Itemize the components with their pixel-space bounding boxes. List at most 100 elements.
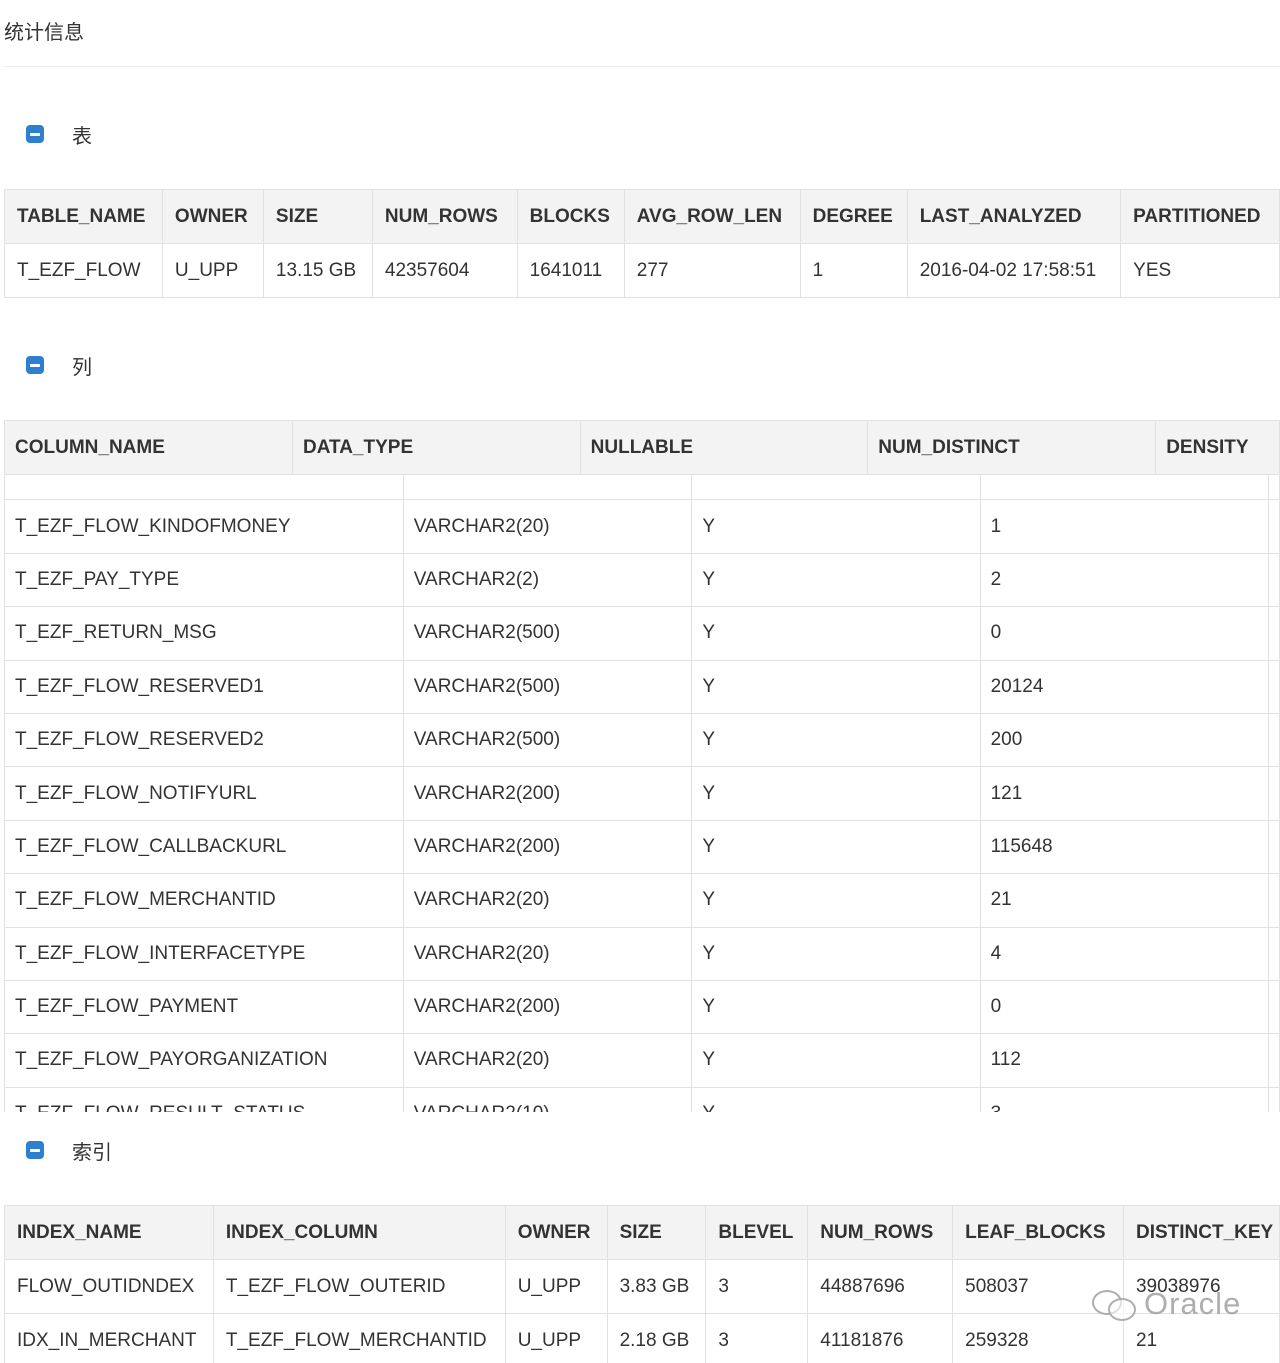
- table-cell: 2016-04-02 17:58:51: [906, 243, 1122, 298]
- table-cell: U_UPP: [161, 243, 264, 298]
- table-cell-empty: [1267, 766, 1280, 821]
- title-divider: [4, 66, 1280, 67]
- table-row: FLOW_OUTIDNDEX T_EZF_FLOW_OUTERID U_UPP 3.8…: [4, 1259, 1280, 1314]
- table-cell-empty: [1267, 1033, 1280, 1088]
- table-cell: VARCHAR2(200): [402, 979, 693, 1035]
- table-cell: T_EZF_FLOW_MERCHANTID: [212, 1313, 506, 1363]
- table-cell: Y: [691, 1033, 981, 1088]
- column-header[interactable]: DATA_TYPE: [291, 420, 581, 475]
- collapse-icon[interactable]: [26, 125, 44, 143]
- column-header[interactable]: NUM_DISTINCT: [867, 420, 1157, 475]
- column-stats-header-row: COLUMN_NAME DATA_TYPE NULLABLE NUM_DISTINCT…: [4, 420, 1280, 475]
- section-header-indexes: 索引: [26, 1135, 112, 1165]
- column-header[interactable]: BLEVEL: [705, 1205, 809, 1260]
- column-header[interactable]: SIZE: [606, 1205, 707, 1260]
- column-header[interactable]: INDEX_COLUMN: [212, 1205, 506, 1260]
- table-cell: 112: [979, 1033, 1269, 1088]
- table-cell-empty: [1267, 926, 1280, 981]
- column-header[interactable]: OWNER: [161, 189, 264, 244]
- table-cell: Y: [691, 766, 981, 821]
- table-cell: 0: [979, 979, 1269, 1035]
- table-cell: VARCHAR2(500): [402, 712, 693, 768]
- collapse-icon[interactable]: [26, 356, 44, 374]
- column-header[interactable]: TABLE_NAME: [4, 189, 163, 244]
- table-cell: Y: [691, 1086, 981, 1112]
- table-cell: Y: [691, 819, 981, 875]
- table-cell: FLOW_OUTIDNDEX: [4, 1259, 214, 1314]
- wechat-icon: [1090, 1286, 1140, 1322]
- table-cell: VARCHAR2(200): [402, 766, 693, 821]
- table-row: T_EZF_PAY_TYPE VARCHAR2(2) Y 2: [4, 552, 1280, 608]
- table-cell: T_EZF_RETURN_MSG: [4, 606, 404, 661]
- section-label-indexes: 索引: [72, 1139, 112, 1164]
- table-cell: VARCHAR2(20): [402, 1033, 693, 1088]
- column-header[interactable]: DISTINCT_KEY: [1122, 1205, 1280, 1260]
- page-title: 统计信息: [4, 20, 84, 44]
- column-header[interactable]: AVG_ROW_LEN: [623, 189, 801, 244]
- column-header[interactable]: BLOCKS: [516, 189, 625, 244]
- table-cell: VARCHAR2(2): [402, 552, 693, 608]
- column-header[interactable]: DEGREE: [799, 189, 908, 244]
- table-cell: T_EZF_FLOW_INTERFACETYPE: [4, 926, 404, 981]
- table-cell: U_UPP: [504, 1259, 608, 1314]
- table-cell: 3: [705, 1313, 809, 1363]
- table-cell: Y: [691, 873, 981, 928]
- table-cell: T_EZF_FLOW_MERCHANTID: [4, 873, 404, 928]
- table-cell: T_EZF_FLOW_RESERVED1: [4, 659, 404, 714]
- table-stats-header-row: TABLE_NAME OWNER SIZE NUM_ROWS BLOCKS AVG_ROW…: [4, 189, 1280, 244]
- table-cell-empty: [1267, 1086, 1280, 1112]
- table-cell-empty: [1267, 499, 1280, 554]
- table-cell: Y: [691, 606, 981, 661]
- column-header[interactable]: INDEX_NAME: [4, 1205, 214, 1260]
- table-cell: 200: [979, 712, 1269, 768]
- column-stats-header: COLUMN_NAME DATA_TYPE NULLABLE NUM_DISTINCT…: [4, 420, 1280, 475]
- table-cell-empty: [1267, 552, 1280, 608]
- table-cell: 115648: [979, 819, 1269, 875]
- column-header[interactable]: COLUMN_NAME: [4, 420, 293, 475]
- table-cell: 41181876: [807, 1313, 954, 1363]
- table-cell: 13.15 GB: [262, 243, 373, 298]
- table-cell-empty: [1267, 606, 1280, 661]
- column-header[interactable]: OWNER: [504, 1205, 608, 1260]
- table-cell: Y: [691, 552, 981, 608]
- table-cell-empty: [1267, 819, 1280, 875]
- index-stats-header-row: INDEX_NAME INDEX_COLUMN OWNER SIZE BLEVEL NUM…: [4, 1205, 1280, 1260]
- table-cell: 121: [979, 766, 1269, 821]
- column-header[interactable]: LEAF_BLOCKS: [952, 1205, 1124, 1260]
- section-label-columns: 列: [72, 354, 92, 379]
- table-cell: T_EZF_FLOW_PAYMENT: [4, 979, 404, 1035]
- table-row: IDX_IN_MERCHANT T_EZF_FLOW_MERCHANTID U_UP…: [4, 1313, 1280, 1363]
- watermark: Oracle: [1090, 1286, 1241, 1322]
- table-cell: Y: [691, 979, 981, 1035]
- table-cell-empty: [1267, 659, 1280, 714]
- column-header[interactable]: NUM_ROWS: [807, 1205, 954, 1260]
- column-header[interactable]: LAST_ANALYZED: [906, 189, 1122, 244]
- collapse-icon[interactable]: [26, 1141, 44, 1159]
- table-cell: T_EZF_FLOW_RESERVED2: [4, 712, 404, 768]
- column-header[interactable]: PARTITIONED: [1120, 189, 1280, 244]
- table-row: T_EZF_RETURN_MSG VARCHAR2(500) Y 0: [4, 606, 1280, 661]
- table-cell: 2: [979, 552, 1269, 608]
- column-header[interactable]: NUM_ROWS: [371, 189, 518, 244]
- column-header[interactable]: NULLABLE: [579, 420, 869, 475]
- table-cell: 21: [979, 873, 1269, 928]
- table-cell: Y: [691, 659, 981, 714]
- table-cell: U_UPP: [504, 1313, 608, 1363]
- column-header[interactable]: SIZE: [262, 189, 373, 244]
- table-cell: T_EZF_PAY_TYPE: [4, 552, 404, 608]
- table-cell: VARCHAR2(500): [402, 659, 693, 714]
- table-cell: IDX_IN_MERCHANT: [4, 1313, 214, 1363]
- table-row: T_EZF_FLOW_MERCHANTID VARCHAR2(20) Y 21: [4, 873, 1280, 928]
- table-row: T_EZF_FLOW_PAYORGANIZATION VARCHAR2(20) Y 1…: [4, 1033, 1280, 1088]
- table-cell: 42357604: [371, 243, 518, 298]
- section-header-table: 表: [26, 119, 92, 149]
- column-stats-scroll-area[interactable]: T_EZF_FLOW_KINDOFMONEY VARCHAR2(20) Y 1 T_EZ…: [4, 474, 1280, 1112]
- table-cell: T_EZF_FLOW_RESULT_STATUS: [4, 1086, 404, 1112]
- table-cell: 277: [623, 243, 801, 298]
- table-row: T_EZF_FLOW_PAYMENT VARCHAR2(200) Y 0: [4, 979, 1280, 1035]
- table-row: T_EZF_FLOW_INTERFACETYPE VARCHAR2(20) Y 4: [4, 926, 1280, 981]
- column-header[interactable]: DENSITY: [1155, 420, 1280, 475]
- table-cell: 4: [979, 926, 1269, 981]
- table-cell: VARCHAR2(200): [402, 819, 693, 875]
- table-cell: VARCHAR2(20): [402, 926, 693, 981]
